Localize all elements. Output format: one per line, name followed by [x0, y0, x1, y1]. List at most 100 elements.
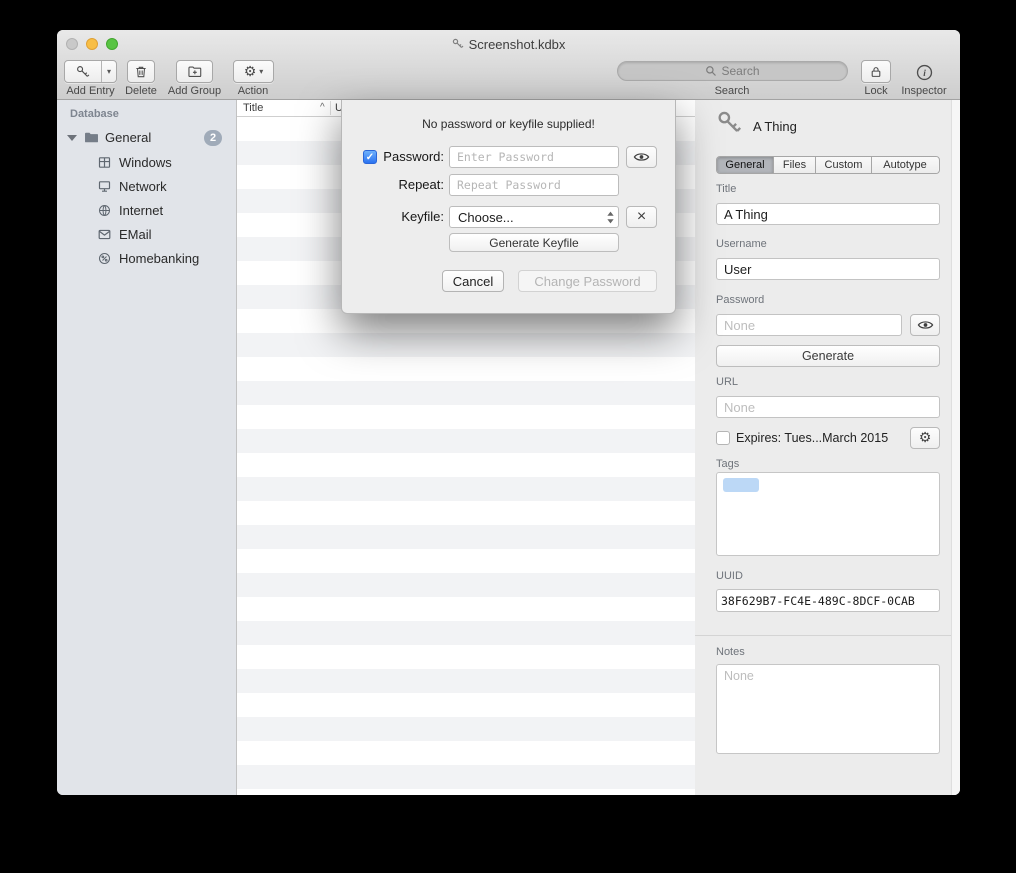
clear-icon: ×: [637, 209, 646, 225]
sidebar-item-label: Network: [119, 179, 167, 194]
notes-label: Notes: [716, 646, 745, 658]
network-icon: [97, 179, 112, 199]
generate-password-button[interactable]: Generate: [716, 345, 940, 367]
chevron-down-icon: ▾: [107, 67, 111, 76]
expires-options-button[interactable]: ⚙: [910, 427, 940, 449]
search-input[interactable]: Search: [617, 61, 848, 81]
reveal-password-button[interactable]: [626, 146, 657, 168]
repeat-row: Repeat:: [342, 174, 675, 196]
entry-title: A Thing: [753, 119, 797, 134]
sidebar-item-label: Homebanking: [119, 251, 199, 266]
tag-chip[interactable]: [723, 478, 759, 492]
stepper-arrows-icon: [606, 210, 615, 225]
window-chrome: Screenshot.kdbx ▾ Add Entry Delete Add G…: [57, 30, 960, 100]
url-label: URL: [716, 376, 738, 388]
sort-indicator-icon: ^: [320, 102, 325, 113]
search-placeholder: Search: [721, 64, 759, 78]
inspector-tabs: General Files Custom Autotype: [716, 156, 940, 174]
inspector-panel: A Thing General Files Custom Autotype Ti…: [695, 100, 960, 795]
tags-label: Tags: [716, 458, 739, 470]
globe-icon: [97, 203, 112, 223]
inspector-button[interactable]: i: [904, 61, 944, 83]
expires-row: Expires: Tues...March 2015: [716, 428, 888, 448]
clear-keyfile-button[interactable]: ×: [626, 206, 657, 228]
generate-label: Generate: [802, 349, 854, 363]
folder-icon: [83, 130, 100, 150]
add-entry-label: Add Entry: [57, 85, 124, 97]
username-field[interactable]: [716, 258, 940, 280]
lock-button[interactable]: [861, 60, 891, 83]
entry-count-badge: 2: [204, 130, 222, 146]
username-label: Username: [716, 238, 767, 250]
add-entry-button[interactable]: ▾: [64, 60, 117, 83]
sidebar-item-label: Internet: [119, 203, 163, 218]
trash-icon: [134, 65, 148, 79]
search-icon: [705, 65, 717, 77]
column-divider[interactable]: [330, 101, 331, 115]
gear-icon: ⚙: [244, 65, 257, 79]
tab-files[interactable]: Files: [774, 157, 816, 173]
add-group-label: Add Group: [161, 85, 228, 97]
sidebar-item-email[interactable]: EMail: [57, 223, 236, 247]
window-title-text: Screenshot.kdbx: [469, 37, 566, 52]
windows-icon: [97, 155, 112, 175]
sidebar-item-windows[interactable]: Windows: [57, 151, 236, 175]
add-group-button[interactable]: [176, 60, 213, 83]
sidebar-item-label: Windows: [119, 155, 172, 170]
envelope-icon: [97, 227, 112, 247]
password-input[interactable]: [449, 146, 619, 168]
inspector-scrollbar[interactable]: [951, 100, 960, 795]
sidebar-item-homebanking[interactable]: Homebanking: [57, 247, 236, 271]
document-key-icon: [452, 38, 464, 50]
password-dialog: No password or keyfile supplied! ✓ Passw…: [341, 100, 676, 314]
sidebar-section-header: Database: [70, 108, 119, 120]
uuid-field[interactable]: [716, 589, 940, 612]
app-window: Screenshot.kdbx ▾ Add Entry Delete Add G…: [57, 30, 960, 795]
sidebar-item-network[interactable]: Network: [57, 175, 236, 199]
tab-autotype[interactable]: Autotype: [872, 157, 938, 173]
padlock-icon: [869, 65, 883, 79]
tab-custom[interactable]: Custom: [816, 157, 872, 173]
reveal-password-button[interactable]: [910, 314, 940, 336]
tab-general[interactable]: General: [717, 157, 774, 173]
title-label: Title: [716, 183, 736, 195]
percent-coin-icon: [97, 251, 112, 271]
password-field[interactable]: [716, 314, 902, 336]
add-entry-dropdown[interactable]: ▾: [101, 61, 116, 82]
action-button[interactable]: ⚙ ▾: [233, 60, 274, 83]
entry-key-icon: [715, 110, 743, 138]
info-circle-icon: i: [916, 64, 933, 81]
change-password-label: Change Password: [534, 274, 640, 289]
change-password-button[interactable]: Change Password: [518, 270, 657, 292]
delete-button[interactable]: [127, 60, 155, 83]
group-sidebar: Database General 2 Windows Network: [57, 100, 237, 795]
title-field[interactable]: [716, 203, 940, 225]
password-checkbox[interactable]: ✓: [363, 150, 377, 164]
password-label: Password: [716, 294, 764, 306]
sidebar-item-label: General: [105, 130, 151, 145]
column-header-title[interactable]: Title: [243, 102, 263, 114]
sidebar-item-general[interactable]: General 2: [57, 127, 236, 150]
generate-keyfile-label: Generate Keyfile: [489, 236, 578, 250]
dialog-message: No password or keyfile supplied!: [342, 117, 675, 131]
folder-plus-icon: [187, 65, 203, 79]
gear-icon: ⚙: [919, 431, 932, 445]
window-title: Screenshot.kdbx: [57, 36, 960, 52]
keyfile-label: Keyfile:: [363, 209, 444, 224]
url-field[interactable]: [716, 396, 940, 418]
notes-field[interactable]: [716, 664, 940, 754]
search-label: Search: [697, 85, 767, 97]
sidebar-item-internet[interactable]: Internet: [57, 199, 236, 223]
keyfile-popup[interactable]: Choose...: [449, 206, 619, 228]
generate-keyfile-button[interactable]: Generate Keyfile: [449, 233, 619, 252]
cancel-button[interactable]: Cancel: [442, 270, 504, 292]
desktop: Screenshot.kdbx ▾ Add Entry Delete Add G…: [0, 0, 1016, 873]
expires-checkbox[interactable]: [716, 431, 730, 445]
repeat-password-input[interactable]: [449, 174, 619, 196]
password-row: ✓ Password:: [342, 146, 675, 168]
eye-icon: [917, 319, 934, 331]
sidebar-item-label: EMail: [119, 227, 152, 242]
chevron-down-icon: ▾: [259, 67, 263, 76]
disclosure-triangle-icon[interactable]: [67, 135, 77, 141]
tags-field[interactable]: [716, 472, 940, 556]
